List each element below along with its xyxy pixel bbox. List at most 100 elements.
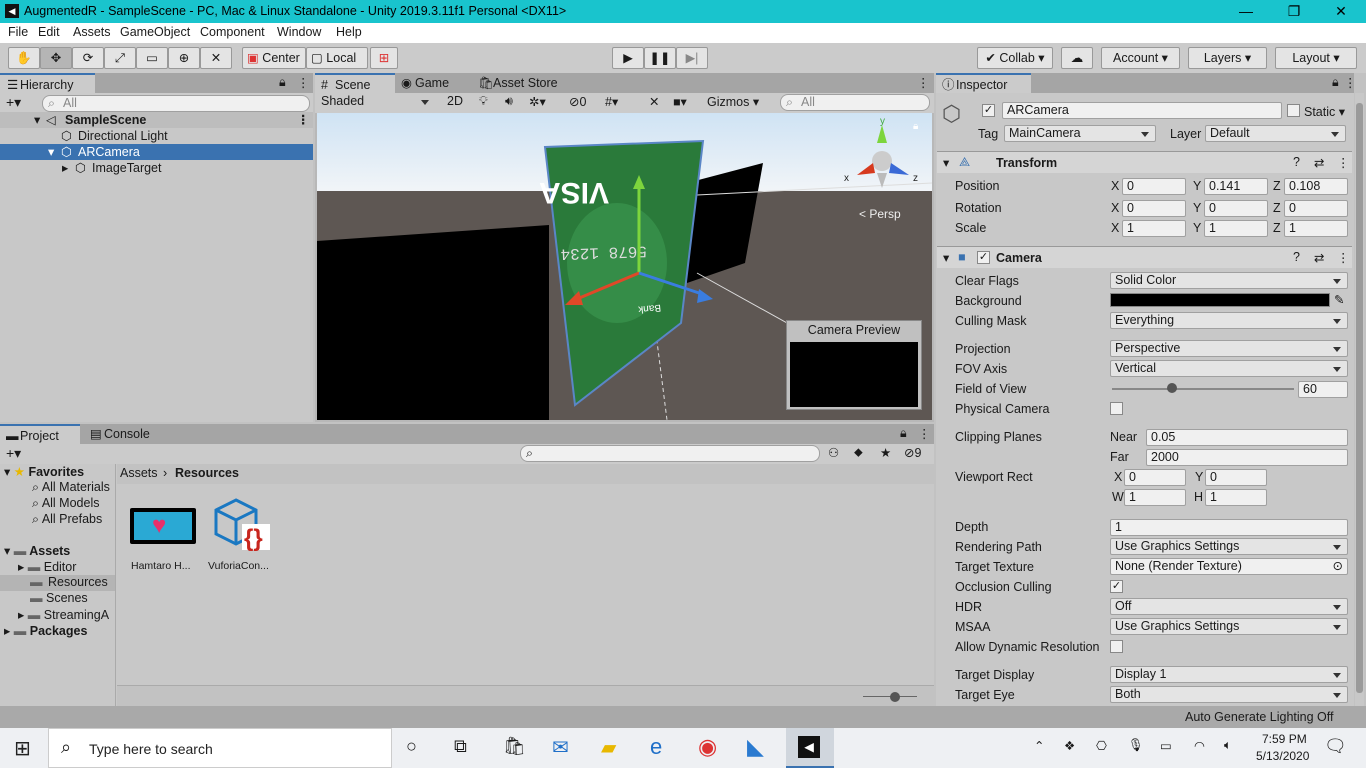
shading-dropdown[interactable]: Shaded (317, 94, 435, 111)
presets-icon[interactable]: ⇄ (1314, 155, 1324, 170)
position-x-field[interactable]: 0 (1122, 178, 1186, 195)
far-field[interactable]: 2000 (1146, 449, 1348, 466)
scale-z-field[interactable]: 1 (1284, 220, 1348, 237)
tab-project[interactable]: ▬ Project (0, 424, 80, 444)
near-field[interactable]: 0.05 (1146, 429, 1348, 446)
tree-all-models[interactable]: ⌕ All Models (32, 496, 99, 511)
lock-icon[interactable]: 🔒︎ (1332, 75, 1339, 90)
tree-all-materials[interactable]: ⌕ All Materials (32, 480, 110, 495)
add-icon[interactable]: +▾ (6, 94, 21, 111)
effects-icon[interactable]: ✲▾ (529, 94, 546, 109)
object-picker-icon[interactable]: ⊙ (1333, 559, 1343, 574)
hidden-objects-icon[interactable]: ⊘0 (569, 94, 586, 109)
layer-dropdown[interactable]: Default (1205, 125, 1346, 142)
vuforia-asset-label[interactable]: VuforiaCon... (208, 560, 269, 572)
tray-chevron-icon[interactable]: ⌃ (1034, 738, 1044, 753)
maximize-icon[interactable]: ❐ (1284, 2, 1304, 20)
lighting-icon[interactable]: 💡︎ (479, 94, 488, 109)
step-button[interactable]: ▶| (676, 47, 708, 69)
tree-resources-row[interactable]: ▬ Resources (0, 575, 115, 591)
tab-console[interactable]: ▤ Console (84, 424, 164, 444)
tab-hierarchy[interactable]: ☰ Hierarchy (0, 73, 95, 93)
occlusion-culling-checkbox[interactable]: ✓ (1110, 580, 1123, 593)
network-tray-icon[interactable]: ⎔ (1096, 738, 1107, 753)
inspector-scrollbar[interactable] (1355, 93, 1364, 706)
rotation-x-field[interactable]: 0 (1122, 200, 1186, 217)
hierarchy-row-scene[interactable]: ▾ ◁ SampleScene ⋮ (0, 112, 313, 128)
target-eye-dropdown[interactable]: Both (1110, 686, 1348, 703)
viewport-y-field[interactable]: 0 (1205, 469, 1267, 486)
lighting-status[interactable]: Auto Generate Lighting Off (1185, 710, 1333, 724)
msaa-dropdown[interactable]: Use Graphics Settings (1110, 618, 1348, 635)
hierarchy-row-light[interactable]: ⬡ Directional Light (0, 128, 313, 144)
help-icon[interactable]: ? (1293, 155, 1300, 169)
audio-icon[interactable]: 🔊︎ (505, 94, 513, 109)
wifi-icon[interactable]: ◠ (1194, 738, 1205, 753)
task-view-icon[interactable]: ⧉ (454, 736, 467, 757)
clock-time[interactable]: 7:59 PM (1262, 732, 1307, 746)
tree-streaming[interactable]: ▸ ▬ StreamingA (18, 607, 109, 622)
tree-scenes[interactable]: ▬ Scenes (30, 591, 88, 605)
minimize-icon[interactable]: — (1236, 2, 1256, 20)
camera-enabled-checkbox[interactable]: ✓ (977, 251, 990, 264)
transform-tool-icon[interactable]: ⊕ (168, 47, 200, 69)
mail-icon[interactable]: ✉ (552, 735, 569, 760)
hdr-dropdown[interactable]: Off (1110, 598, 1348, 615)
dropbox-icon[interactable]: ❖ (1064, 738, 1075, 753)
background-color-swatch[interactable] (1110, 293, 1330, 307)
pivot-center-button[interactable]: ▣ Center (242, 47, 306, 69)
cortana-icon[interactable]: ○ (406, 736, 417, 757)
hand-tool-icon[interactable]: ✋ (8, 47, 40, 69)
position-y-field[interactable]: 0.141 (1204, 178, 1268, 195)
viewport-w-field[interactable]: 1 (1124, 489, 1186, 506)
dynamic-resolution-checkbox[interactable] (1110, 640, 1123, 653)
chrome-icon[interactable]: ◉ (698, 734, 717, 760)
fov-slider-track[interactable] (1112, 388, 1294, 390)
tab-game[interactable]: ◉ Game (395, 73, 473, 93)
microphone-icon[interactable]: 🎙︎ (1128, 738, 1144, 753)
battery-icon[interactable]: ▭ (1160, 738, 1172, 753)
add-icon[interactable]: +▾ (6, 445, 21, 462)
viewport-x-field[interactable]: 0 (1124, 469, 1186, 486)
position-z-field[interactable]: 0.108 (1284, 178, 1348, 195)
rotation-z-field[interactable]: 0 (1284, 200, 1348, 217)
active-checkbox[interactable]: ✓ (982, 104, 995, 117)
scale-y-field[interactable]: 1 (1204, 220, 1268, 237)
physical-camera-checkbox[interactable] (1110, 402, 1123, 415)
vscode-icon[interactable]: ◣ (747, 734, 764, 760)
viewport-h-field[interactable]: 1 (1205, 489, 1267, 506)
cloud-icon[interactable]: ☁ (1061, 47, 1093, 69)
favorite-star-icon[interactable]: ★ (880, 445, 891, 460)
fov-field[interactable]: 60 (1298, 381, 1348, 398)
fov-axis-dropdown[interactable]: Vertical (1110, 360, 1348, 377)
close-icon[interactable]: ✕ (1331, 2, 1351, 20)
project-search-input[interactable]: ⌕ (520, 445, 820, 462)
static-label[interactable]: Static ▾ (1304, 104, 1345, 119)
custom-tool-icon[interactable]: ✕ (200, 47, 232, 69)
vuforia-asset-thumb[interactable]: {} (214, 498, 272, 554)
breadcrumb-assets[interactable]: Assets (120, 466, 158, 480)
rendering-path-dropdown[interactable]: Use Graphics Settings (1110, 538, 1348, 555)
unity-taskbar-button[interactable]: ◀ (786, 728, 834, 768)
layout-dropdown[interactable]: Layout ▾ (1275, 47, 1357, 69)
move-tool-icon[interactable]: ✥ (40, 47, 72, 69)
hamtaro-asset-label[interactable]: Hamtaro H... (131, 560, 191, 572)
tree-favorites[interactable]: ▾ ★ Favorites (4, 464, 84, 479)
search-by-type-icon[interactable]: ⚇ (828, 445, 839, 460)
persp-label[interactable]: < Persp (859, 207, 901, 221)
scene-menu-icon[interactable]: ⋮ (297, 112, 310, 128)
tree-editor[interactable]: ▸ ▬ Editor (18, 559, 76, 574)
tab-inspector[interactable]: ⓘ Inspector (936, 73, 1031, 93)
tab-scene[interactable]: # Scene (315, 73, 395, 93)
hidden-packages-icon[interactable]: ⊘9 (904, 445, 921, 460)
clock-date[interactable]: 5/13/2020 (1256, 749, 1309, 763)
scene-viewport[interactable]: VISA 5678 1234 Bank y x z < Persp 🔒︎ Cam… (317, 113, 932, 420)
tab-asset-store[interactable]: 🛍︎ Asset Store (473, 73, 573, 93)
menu-dots-icon[interactable]: ⋮ (918, 426, 931, 441)
presets-icon[interactable]: ⇄ (1314, 250, 1324, 265)
menu-assets[interactable]: Assets (73, 25, 111, 39)
layers-dropdown[interactable]: Layers ▾ (1188, 47, 1267, 69)
menu-component[interactable]: Component (200, 25, 265, 39)
lock-icon[interactable]: 🔒︎ (279, 75, 286, 90)
orientation-cube[interactable] (872, 151, 892, 171)
